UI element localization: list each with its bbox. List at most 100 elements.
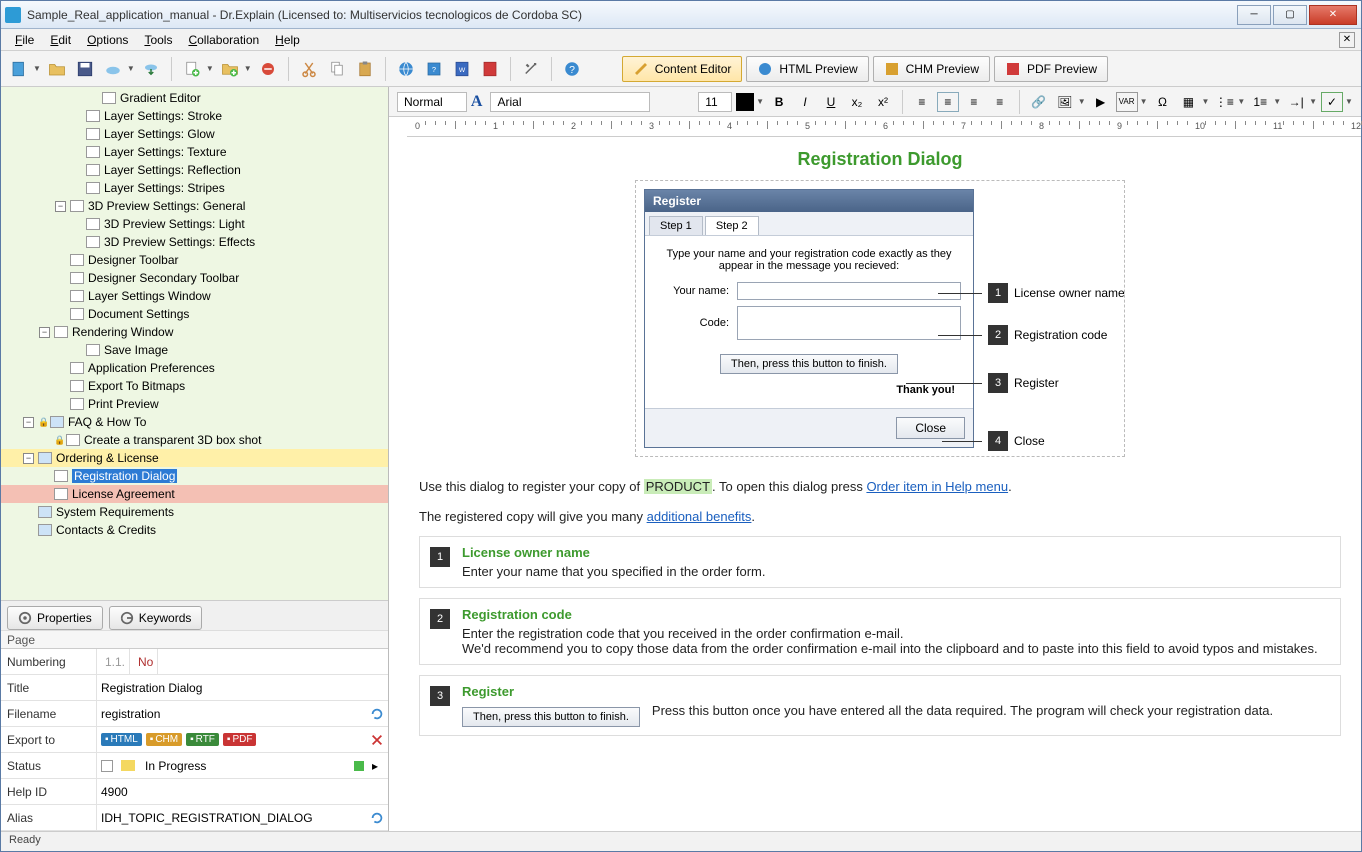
tree-item[interactable]: −Ordering & License — [1, 449, 388, 467]
subscript-button[interactable]: x₂ — [846, 92, 868, 112]
tree-item[interactable]: 3D Preview Settings: Light — [1, 215, 388, 233]
prop-val-helpid[interactable]: 4900 — [97, 779, 388, 804]
align-justify-button[interactable]: ≡ — [989, 92, 1011, 112]
menu-help[interactable]: Help — [267, 31, 308, 49]
tab-html-preview[interactable]: HTML Preview — [746, 56, 868, 82]
size-select[interactable]: 11 — [698, 92, 732, 112]
tree-item[interactable]: Layer Settings: Glow — [1, 125, 388, 143]
tree-item[interactable]: Save Image — [1, 341, 388, 359]
italic-button[interactable]: I — [794, 92, 816, 112]
underline-button[interactable]: U — [820, 92, 842, 112]
tree-item[interactable]: Document Settings — [1, 305, 388, 323]
copy-icon[interactable] — [325, 57, 349, 81]
style-select[interactable]: Normal — [397, 92, 467, 112]
font-select[interactable]: Arial — [490, 92, 650, 112]
tab-keywords[interactable]: Keywords — [109, 606, 203, 630]
bullet-list-button[interactable]: ⋮≡ — [1213, 92, 1235, 112]
delete-icon[interactable] — [256, 57, 280, 81]
cut-icon[interactable] — [297, 57, 321, 81]
export-pdf-icon[interactable] — [478, 57, 502, 81]
tree-item[interactable]: Layer Settings: Stripes — [1, 179, 388, 197]
tab-chm-preview[interactable]: CHM Preview — [873, 56, 990, 82]
superscript-button[interactable]: x² — [872, 92, 894, 112]
tree-item[interactable]: Print Preview — [1, 395, 388, 413]
tree-item[interactable]: −3D Preview Settings: General — [1, 197, 388, 215]
editor-canvas[interactable]: Registration Dialog Register Step 1 Step… — [389, 137, 1361, 831]
tree-item[interactable]: Designer Secondary Toolbar — [1, 269, 388, 287]
align-center-button[interactable]: ≡ — [937, 92, 959, 112]
image-button[interactable]: 🖼 — [1054, 92, 1076, 112]
export-pdf-badge[interactable]: ▪PDF — [223, 733, 257, 746]
add-page-icon[interactable] — [180, 57, 204, 81]
link-button[interactable]: 🔗 — [1028, 92, 1050, 112]
mdi-close-button[interactable]: ✕ — [1339, 32, 1355, 48]
name-input[interactable] — [737, 282, 961, 300]
cloud-down-icon[interactable] — [139, 57, 163, 81]
code-input[interactable] — [737, 306, 961, 340]
export-chm-badge[interactable]: ▪CHM — [146, 733, 182, 746]
align-left-button[interactable]: ≡ — [911, 92, 933, 112]
register-tab-step1[interactable]: Step 1 — [649, 216, 703, 235]
tree-item[interactable]: Registration Dialog — [1, 467, 388, 485]
tree-item[interactable]: Layer Settings: Stroke — [1, 107, 388, 125]
variable-button[interactable]: VAR — [1116, 92, 1138, 112]
ruler[interactable]: 0123456789101112 — [407, 117, 1361, 137]
number-list-button[interactable]: 1≡ — [1249, 92, 1271, 112]
tab-pdf-preview[interactable]: PDF Preview — [994, 56, 1108, 82]
menu-edit[interactable]: Edit — [42, 31, 79, 49]
bold-button[interactable]: B — [768, 92, 790, 112]
tree-item[interactable]: Contacts & Credits — [1, 521, 388, 539]
tree-item[interactable]: 3D Preview Settings: Effects — [1, 233, 388, 251]
alias-refresh-icon[interactable] — [370, 811, 384, 825]
cloud-icon[interactable] — [101, 57, 125, 81]
close-button[interactable]: ✕ — [1309, 5, 1357, 25]
open-icon[interactable] — [45, 57, 69, 81]
register-tab-step2[interactable]: Step 2 — [705, 216, 759, 235]
tree-item[interactable]: Application Preferences — [1, 359, 388, 377]
export-delete-icon[interactable] — [370, 733, 384, 747]
tree-item[interactable]: −Rendering Window — [1, 323, 388, 341]
prop-val-title[interactable]: Registration Dialog — [97, 675, 388, 700]
menu-tools[interactable]: Tools — [136, 31, 180, 49]
spellcheck-button[interactable]: ✓ — [1321, 92, 1343, 112]
menu-options[interactable]: Options — [79, 31, 136, 49]
order-item-link[interactable]: Order item in Help menu — [866, 479, 1008, 494]
help-icon[interactable]: ? — [560, 57, 584, 81]
export-html-badge[interactable]: ▪HTML — [101, 733, 142, 746]
tab-content-editor[interactable]: Content Editor — [622, 56, 743, 82]
export-html-icon[interactable] — [394, 57, 418, 81]
minimize-button[interactable]: ─ — [1237, 5, 1271, 25]
settings-icon[interactable] — [519, 57, 543, 81]
special-char-button[interactable]: Ω — [1152, 92, 1174, 112]
tree-item[interactable]: License Agreement — [1, 485, 388, 503]
finish-button[interactable]: Then, press this button to finish. — [720, 354, 898, 374]
tree-item[interactable]: Layer Settings Window — [1, 287, 388, 305]
menu-file[interactable]: File — [7, 31, 42, 49]
tree-item[interactable]: System Requirements — [1, 503, 388, 521]
new-project-icon[interactable] — [7, 57, 31, 81]
tree-item[interactable]: Layer Settings: Texture — [1, 143, 388, 161]
paste-icon[interactable] — [353, 57, 377, 81]
add-folder-icon[interactable] — [218, 57, 242, 81]
table-button[interactable]: ▦ — [1177, 92, 1199, 112]
tree-item[interactable]: −🔒FAQ & How To — [1, 413, 388, 431]
indent-button[interactable]: →| — [1285, 92, 1307, 112]
menu-collaboration[interactable]: Collaboration — [180, 31, 267, 49]
color-picker[interactable] — [736, 93, 754, 111]
tree-item[interactable]: Designer Toolbar — [1, 251, 388, 269]
export-chm-icon[interactable]: ? — [422, 57, 446, 81]
topic-tree[interactable]: Gradient EditorLayer Settings: StrokeLay… — [1, 87, 388, 600]
export-rtf-badge[interactable]: ▪RTF — [186, 733, 219, 746]
maximize-button[interactable]: ▢ — [1273, 5, 1307, 25]
video-button[interactable]: ▶ — [1090, 92, 1112, 112]
align-right-button[interactable]: ≡ — [963, 92, 985, 112]
tab-properties[interactable]: Properties — [7, 606, 103, 630]
tree-item[interactable]: Layer Settings: Reflection — [1, 161, 388, 179]
tree-item[interactable]: Gradient Editor — [1, 89, 388, 107]
tree-item[interactable]: Export To Bitmaps — [1, 377, 388, 395]
export-rtf-icon[interactable]: W — [450, 57, 474, 81]
filename-refresh-icon[interactable] — [370, 707, 384, 721]
benefits-link[interactable]: additional benefits — [647, 509, 752, 524]
save-icon[interactable] — [73, 57, 97, 81]
tree-item[interactable]: 🔒Create a transparent 3D box shot — [1, 431, 388, 449]
